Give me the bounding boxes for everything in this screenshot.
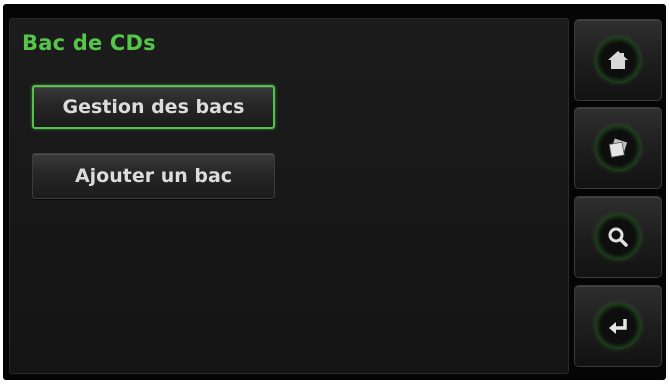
add-tray-button[interactable]: Ajouter un bac — [32, 153, 275, 199]
discs-icon — [595, 125, 641, 171]
return-icon — [595, 303, 641, 349]
back-button[interactable] — [574, 285, 662, 367]
search-button[interactable] — [574, 196, 662, 278]
cd-library-button[interactable] — [574, 107, 662, 189]
page-title: Bac de CDs — [22, 31, 156, 55]
search-icon — [595, 214, 641, 260]
device-frame: Bac de CDs Gestion des bacs Ajouter un b… — [3, 4, 666, 380]
main-panel: Bac de CDs Gestion des bacs Ajouter un b… — [9, 18, 569, 374]
home-button[interactable] — [574, 19, 662, 101]
manage-trays-button[interactable]: Gestion des bacs — [32, 85, 275, 129]
home-icon — [595, 37, 641, 83]
